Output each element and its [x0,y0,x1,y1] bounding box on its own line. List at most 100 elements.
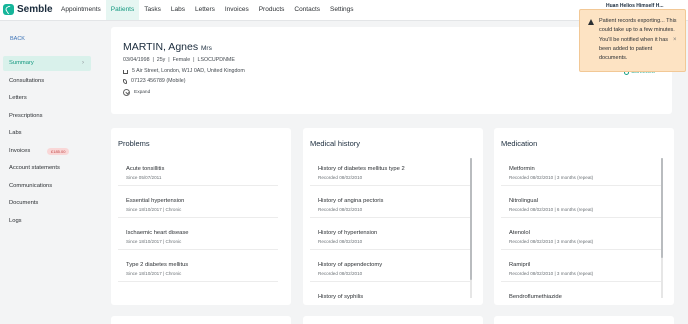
item-subtitle: Since 05/07/2011 [126,175,162,180]
list-item[interactable]: Atenolol Recorded 08/02/2010 | 3 months … [501,222,661,250]
nav-products[interactable]: Products [254,0,290,20]
patient-name: MARTIN, Agnes Mrs [123,41,212,53]
patient-address: 5 Air Street, London, W1J 0AD, United Ki… [123,68,245,74]
nav-labs[interactable]: Labs [166,0,190,20]
medical-history-panel: Medical history History of diabetes mell… [303,128,483,305]
item-subtitle: Since 18/10/2017 | Chronic [126,239,182,244]
scrollbar-track[interactable] [470,158,472,298]
list-item[interactable]: Essential hypertension Since 18/10/2017 … [118,190,278,218]
patient-phone-text: 07123 456789 (Mobile) [131,78,186,84]
expand-label: Expand [134,90,151,95]
sidebar-item-label: Labs [9,130,22,136]
chevron-right-icon: › [82,60,84,66]
home-icon [123,70,128,74]
item-title: History of angina pectoris [318,198,384,204]
chevron-down-icon [123,89,130,96]
sidebar-item-communications[interactable]: Communications [3,179,91,194]
sidebar-item-consultations[interactable]: Consultations [3,74,91,89]
item-subtitle: Recorded 08/02/2010 [318,175,363,180]
patient-name-text: MARTIN, Agnes [123,41,199,53]
invoice-balance-badge: £185.00 [47,148,70,155]
panel-title: Medical history [310,139,361,148]
sidebar-item-label: Consultations [9,78,45,84]
item-subtitle: Recorded 08/02/2010 | 6 months (repeat) [509,207,594,212]
item-title: History of appendectomy [318,262,383,268]
nav-settings[interactable]: Settings [325,0,359,20]
patient-phone: 07123 456789 (Mobile) [123,78,185,84]
item-title: History of hypertension [318,230,378,236]
close-icon[interactable]: × [673,37,677,43]
sidebar-item-letters[interactable]: Letters [3,91,91,106]
sidebar-item-label: Invoices [9,148,31,154]
sidebar-item-label: Account statements [9,165,60,171]
sidebar-item-label: Letters [9,95,27,101]
list-item[interactable]: Nitrolingual Recorded 08/02/2010 | 6 mon… [501,190,661,218]
sidebar-item-label: Logs [9,218,22,224]
panel-title: Medication [501,139,538,148]
list-item[interactable]: Metformin Recorded 08/02/2010 | 3 months… [501,158,661,186]
sidebar-item-label: Communications [9,183,53,189]
expand-button[interactable]: Expand [123,89,150,96]
list-item[interactable]: Bendroflumethiazide [501,286,661,305]
bottom-card [494,316,674,324]
sidebar-item-account-statements[interactable]: Account statements [3,161,91,176]
warning-icon [588,19,594,25]
list-item[interactable]: Acute tonsillitis Since 05/07/2011 [118,158,278,186]
nav-patients[interactable]: Patients [105,0,140,20]
list-item[interactable]: Type 2 diabetes mellitus Since 18/10/201… [118,254,278,282]
item-subtitle: Recorded 08/02/2010 | 3 months (repeat) [509,175,594,180]
patient-demographics: 03/04/1998 | 25y | Female | LSOCUPDNME [123,57,235,63]
item-subtitle: Since 18/10/2017 | Chronic [126,271,182,276]
nav-appointments[interactable]: Appointments [56,0,106,20]
sidebar-item-label: Documents [9,200,39,206]
sidebar-item-invoices[interactable]: Invoices £185.00 [3,144,91,159]
nav-contacts[interactable]: Contacts [289,0,325,20]
sidebar-item-summary[interactable]: Summary › [3,56,91,71]
item-subtitle: Recorded 08/02/2010 [318,239,363,244]
item-title: Type 2 diabetes mellitus [126,262,189,268]
list-item[interactable]: History of syphilis [310,286,470,305]
patient-sidebar: BACK Summary › Consultations Letters Pre… [0,21,98,324]
item-title: History of syphilis [318,294,364,300]
sidebar-item-documents[interactable]: Documents [3,196,91,211]
back-link[interactable]: BACK [10,36,25,42]
bottom-card [303,316,483,324]
nav-tasks[interactable]: Tasks [139,0,166,20]
scrollbar-thumb[interactable] [470,158,472,280]
list-item[interactable]: History of diabetes mellitus type 2 Reco… [310,158,470,186]
list-item[interactable]: History of appendectomy Recorded 08/02/2… [310,254,470,282]
app-name: Semble [17,4,53,15]
main-nav: Appointments Patients Tasks Labs Letters… [56,0,359,20]
item-title: Bendroflumethiazide [509,294,562,300]
list-item[interactable]: Ischaemic heart disease Since 18/10/2017… [118,222,278,250]
list-item[interactable]: History of angina pectoris Recorded 08/0… [310,190,470,218]
list-item[interactable]: Ramipril Recorded 08/02/2010 | 3 months … [501,254,661,282]
patient-title: Mrs [201,45,212,52]
export-toast: Patient records exporting... This could … [579,9,686,72]
nav-invoices[interactable]: Invoices [220,0,254,20]
medication-panel: Medication Metformin Recorded 08/02/2010… [494,128,674,305]
scrollbar-track[interactable] [661,158,663,298]
patient-address-text: 5 Air Street, London, W1J 0AD, United Ki… [132,68,245,74]
item-title: Atenolol [509,230,530,236]
nav-letters[interactable]: Letters [190,0,220,20]
semble-logo-icon [3,4,14,15]
app-logo[interactable]: Semble [3,4,53,15]
sidebar-item-logs[interactable]: Logs [3,214,91,229]
sidebar-item-label: Prescriptions [9,113,43,119]
phone-icon [123,78,127,84]
bottom-card [111,316,291,324]
panel-title: Problems [118,139,150,148]
scrollbar-thumb[interactable] [661,158,663,258]
item-subtitle: Recorded 08/02/2010 [318,271,363,276]
item-title: Ischaemic heart disease [126,230,189,236]
item-title: Ramipril [509,262,531,268]
list-item[interactable]: History of hypertension Recorded 08/02/2… [310,222,470,250]
sidebar-item-label: Summary [9,60,34,66]
item-title: Acute tonsillitis [126,166,165,172]
sidebar-item-prescriptions[interactable]: Prescriptions [3,109,91,124]
sidebar-item-labs[interactable]: Labs [3,126,91,141]
item-subtitle: Recorded 08/02/2010 [318,207,363,212]
item-title: Metformin [509,166,535,172]
item-subtitle: Recorded 08/02/2010 | 3 months (repeat) [509,239,594,244]
